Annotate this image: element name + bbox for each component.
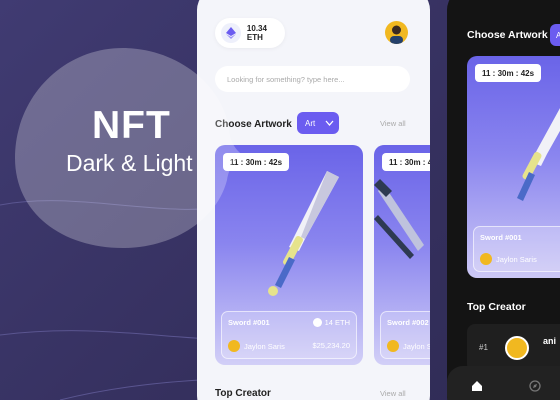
top-creator-view-all-link[interactable]: View all — [380, 389, 406, 398]
owner-avatar-dark — [480, 253, 492, 265]
creator-row[interactable]: #1 ani — [467, 324, 560, 372]
home-icon[interactable] — [471, 380, 483, 392]
artwork-card[interactable]: 11 : 30m : 42s Sword #002 Jaylon Saris — [374, 145, 430, 365]
ethereum-icon — [312, 318, 322, 327]
artwork-card-dark[interactable]: 11 : 30m : 42s Sword #001 Jaylon Saris — [467, 56, 560, 278]
timer-badge: 11 : 30m : 42s — [382, 153, 430, 171]
creator-name: ani — [543, 336, 557, 346]
card-owner: Jaylon Saris — [228, 340, 285, 352]
dark-phone: Choose Artwork A 11 : 30m : 42s Sword #0… — [447, 0, 560, 400]
card-usd-price: $25,234.20 — [312, 341, 350, 350]
timer-badge-dark: 11 : 30m : 42s — [475, 64, 542, 82]
overlay-title: NFT — [92, 104, 171, 147]
card-info: Sword #002 Jaylon Saris — [380, 311, 430, 359]
top-creator-heading: Top Creator — [215, 388, 271, 399]
ethereum-icon — [221, 23, 241, 43]
overlay-subtitle: Dark & Light — [66, 150, 193, 176]
card-info: Sword #001 14 ETH Jaylon Saris $25,234.2… — [221, 311, 357, 359]
creator-avatar — [505, 336, 529, 360]
sword-icon — [374, 179, 424, 259]
compass-icon[interactable] — [529, 380, 541, 392]
card-title: Sword #002 — [387, 318, 429, 327]
view-all-link[interactable]: View all — [380, 119, 406, 128]
card-info-dark: Sword #001 Jaylon Saris — [473, 226, 560, 272]
chevron-down-icon — [325, 120, 334, 126]
art-filter-button[interactable]: Art — [297, 112, 339, 134]
owner-avatar — [228, 340, 240, 352]
card-owner-dark: Jaylon Saris — [480, 253, 537, 265]
owner-name: Jaylon Saris — [244, 341, 285, 351]
art-filter-button-dark[interactable]: A — [550, 24, 560, 46]
card-price: 14 ETH — [312, 318, 350, 327]
sword-icon — [517, 108, 560, 201]
bottom-nav — [447, 366, 560, 400]
owner-name: Jaylon Saris — [403, 341, 430, 351]
owner-name-dark: Jaylon Saris — [496, 254, 537, 264]
eth-balance[interactable]: 10.34 ETH — [215, 18, 285, 48]
choose-artwork-heading-dark: Choose Artwork — [467, 29, 548, 41]
card-title-dark: Sword #001 — [480, 233, 522, 242]
sword-icon — [268, 171, 339, 296]
creator-rank: #1 — [479, 343, 488, 352]
top-creator-heading-dark: Top Creator — [467, 301, 526, 313]
card-price-text: 14 ETH — [324, 318, 350, 327]
overlay-bubble — [15, 48, 244, 248]
eth-balance-text: 10.34 ETH — [246, 24, 267, 42]
avatar[interactable] — [385, 21, 408, 44]
card-owner: Jaylon Saris — [387, 340, 430, 352]
art-filter-label: Art — [305, 118, 316, 128]
owner-avatar — [387, 340, 399, 352]
